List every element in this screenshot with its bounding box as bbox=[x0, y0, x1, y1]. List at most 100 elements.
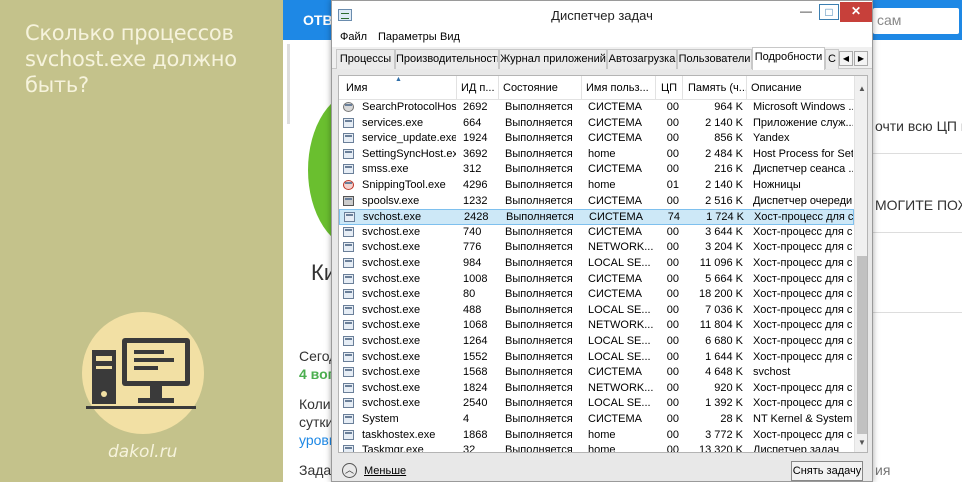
column-cpu[interactable]: ЦП bbox=[661, 82, 683, 94]
table-row[interactable]: svchost.exe 1008 Выполняется СИСТЕМА 00 5 664… bbox=[339, 272, 854, 288]
tab-processes[interactable]: Процессы bbox=[336, 49, 395, 69]
process-icon bbox=[343, 117, 354, 128]
column-separator bbox=[655, 76, 656, 100]
cell-mem: 3 204 K bbox=[705, 241, 743, 254]
process-icon bbox=[343, 336, 354, 346]
cell-state: Выполняется bbox=[505, 179, 573, 191]
menu-file[interactable]: Файл bbox=[340, 31, 367, 43]
cell-desc: Хост-процесс для с... bbox=[753, 319, 853, 332]
table-row[interactable]: svchost.exe 1568 Выполняется СИСТЕМА 00 4 648… bbox=[339, 365, 854, 381]
menu-options[interactable]: Параметры bbox=[378, 31, 437, 43]
tab-app-history[interactable]: Журнал приложений bbox=[499, 49, 607, 69]
table-row[interactable]: System 4 Выполняется СИСТЕМА 00 28 K NT Kernel… bbox=[339, 412, 854, 428]
cell-cpu: 00 bbox=[666, 132, 679, 145]
cell-state: Выполняется bbox=[505, 288, 573, 301]
cell-name: Taskmgr.exe bbox=[362, 444, 424, 453]
cell-mem: 2 484 K bbox=[705, 147, 743, 160]
table-row[interactable]: svchost.exe 984 Выполняется LOCAL SE... 00 11… bbox=[339, 256, 854, 272]
process-icon bbox=[343, 258, 354, 268]
table-row[interactable]: svchost.exe 1068 Выполняется NETWORK... 00 11… bbox=[339, 318, 854, 334]
table-row[interactable]: spoolsv.exe 1232 Выполняется СИСТЕМА 00 2 516… bbox=[339, 194, 854, 210]
table-row[interactable]: svchost.exe 1824 Выполняется NETWORK... 00 92… bbox=[339, 381, 854, 397]
cell-name: svchost.exe bbox=[362, 225, 421, 238]
bg-search-input[interactable]: сам bbox=[873, 8, 959, 34]
table-row[interactable]: taskhostex.exe 1868 Выполняется home 00 3 772… bbox=[339, 428, 854, 444]
column-user[interactable]: Имя польз... bbox=[586, 82, 652, 94]
cell-desc: Host Process for Set... bbox=[753, 147, 853, 160]
cell-mem: 964 K bbox=[714, 101, 743, 113]
maximize-button[interactable]: □ bbox=[819, 4, 839, 20]
cell-mem: 13 320 K bbox=[698, 444, 743, 453]
column-state[interactable]: Состояние bbox=[503, 82, 579, 94]
minimize-button[interactable]: — bbox=[794, 2, 818, 22]
cell-cpu: 00 bbox=[666, 381, 679, 394]
cell-desc: svchost bbox=[753, 366, 791, 379]
menu-view[interactable]: Вид bbox=[440, 31, 460, 43]
column-pid[interactable]: ИД п... bbox=[461, 82, 497, 94]
close-button[interactable]: ✕ bbox=[840, 2, 872, 22]
tab-performance[interactable]: Производительность bbox=[395, 49, 499, 69]
pc-tower-slot-2 bbox=[96, 366, 112, 369]
cell-desc: Microsoft Windows ... bbox=[753, 101, 853, 113]
process-icon bbox=[344, 212, 355, 223]
menu-bar: Файл Параметры Вид bbox=[332, 28, 872, 47]
cell-cpu: 00 bbox=[666, 225, 679, 238]
table-row[interactable]: services.exe 664 Выполняется СИСТЕМА 00 2 140… bbox=[339, 116, 854, 132]
fewer-details-link[interactable]: Меньше bbox=[364, 465, 406, 477]
table-row[interactable]: svchost.exe 2540 Выполняется LOCAL SE... 00 1… bbox=[339, 396, 854, 412]
process-icon bbox=[343, 148, 354, 159]
column-separator bbox=[498, 76, 499, 100]
table-row[interactable]: smss.exe 312 Выполняется СИСТЕМА 00 216 K Дисп… bbox=[339, 162, 854, 178]
bg-answer-button[interactable]: ОТВ bbox=[303, 12, 333, 28]
cell-name: svchost.exe bbox=[362, 257, 421, 269]
table-row-selected[interactable]: svchost.exe 2428 Выполняется СИСТЕМА 74 1 724… bbox=[339, 209, 854, 225]
table-row[interactable]: SearchProtocolHost... 2692 Выполняется СИСТ… bbox=[339, 100, 854, 116]
table-row[interactable]: svchost.exe 488 Выполняется LOCAL SE... 00 7 … bbox=[339, 303, 854, 319]
table-row[interactable]: service_update.exe 1924 Выполняется СИСТЕМА… bbox=[339, 131, 854, 147]
table-row[interactable]: svchost.exe 776 Выполняется NETWORK... 00 3 2… bbox=[339, 240, 854, 256]
title-bar[interactable]: Диспетчер задач — □ ✕ bbox=[332, 1, 872, 28]
cell-name: services.exe bbox=[362, 116, 424, 129]
table-row[interactable]: SettingSyncHost.exe 3692 Выполняется home 00… bbox=[339, 147, 854, 163]
table-row[interactable]: svchost.exe 740 Выполняется СИСТЕМА 00 3 644 … bbox=[339, 225, 854, 241]
scroll-down-icon[interactable]: ▼ bbox=[855, 436, 867, 450]
tab-scroll-left-icon[interactable]: ◀ bbox=[839, 51, 853, 66]
tab-scroll-right-icon[interactable]: ▶ bbox=[854, 51, 868, 66]
cell-cpu: 00 bbox=[666, 350, 679, 363]
scrollbar-thumb[interactable] bbox=[857, 256, 867, 434]
tab-users[interactable]: Пользователи bbox=[677, 49, 752, 69]
table-row[interactable]: SnippingTool.exe 4296 Выполняется home 01 2 1… bbox=[339, 178, 854, 194]
cell-pid: 740 bbox=[463, 225, 482, 238]
scroll-up-icon[interactable]: ▲ bbox=[855, 82, 867, 96]
end-task-button[interactable]: Снять задачу bbox=[791, 461, 863, 481]
cell-mem: 3 644 K bbox=[705, 225, 743, 238]
cell-cpu: 00 bbox=[666, 444, 679, 453]
collapse-chevron-icon[interactable]: ︿ bbox=[342, 463, 357, 478]
table-row[interactable]: svchost.exe 1264 Выполняется LOCAL SE... 00 6… bbox=[339, 334, 854, 350]
table-row[interactable]: svchost.exe 80 Выполняется СИСТЕМА 00 18 200 … bbox=[339, 287, 854, 303]
process-icon bbox=[343, 164, 354, 175]
tab-services[interactable]: С bbox=[825, 49, 839, 69]
cell-user: home bbox=[588, 444, 616, 453]
vertical-scrollbar[interactable]: ▲ ▼ bbox=[854, 76, 867, 452]
column-memory[interactable]: Память (ч... bbox=[688, 82, 748, 94]
table-row[interactable]: svchost.exe 1552 Выполняется LOCAL SE... 00 1… bbox=[339, 350, 854, 366]
tab-startup[interactable]: Автозагрузка bbox=[607, 49, 677, 69]
cell-desc: Хост-процесс для с... bbox=[754, 211, 854, 224]
cell-mem: 2 140 K bbox=[705, 116, 743, 129]
column-name[interactable]: Имя bbox=[346, 82, 456, 94]
tab-details[interactable]: Подробности bbox=[752, 47, 825, 70]
cell-state: Выполняется bbox=[505, 381, 573, 394]
scissors-icon bbox=[343, 180, 354, 190]
monitor-stand bbox=[150, 386, 162, 398]
cell-mem: 2 140 K bbox=[705, 179, 743, 191]
cell-state: Выполняется bbox=[505, 428, 573, 441]
table-row[interactable]: Taskmgr.exe 32 Выполняется home 00 13 320 K Ди… bbox=[339, 443, 854, 453]
column-description[interactable]: Описание bbox=[751, 82, 851, 94]
cell-pid: 664 bbox=[463, 116, 482, 129]
cell-pid: 1924 bbox=[463, 132, 488, 145]
cell-desc: Хост-процесс для с... bbox=[753, 225, 853, 238]
cell-pid: 4 bbox=[463, 413, 470, 425]
cell-desc: Ножницы bbox=[753, 179, 801, 191]
cell-user: NETWORK... bbox=[588, 381, 654, 394]
